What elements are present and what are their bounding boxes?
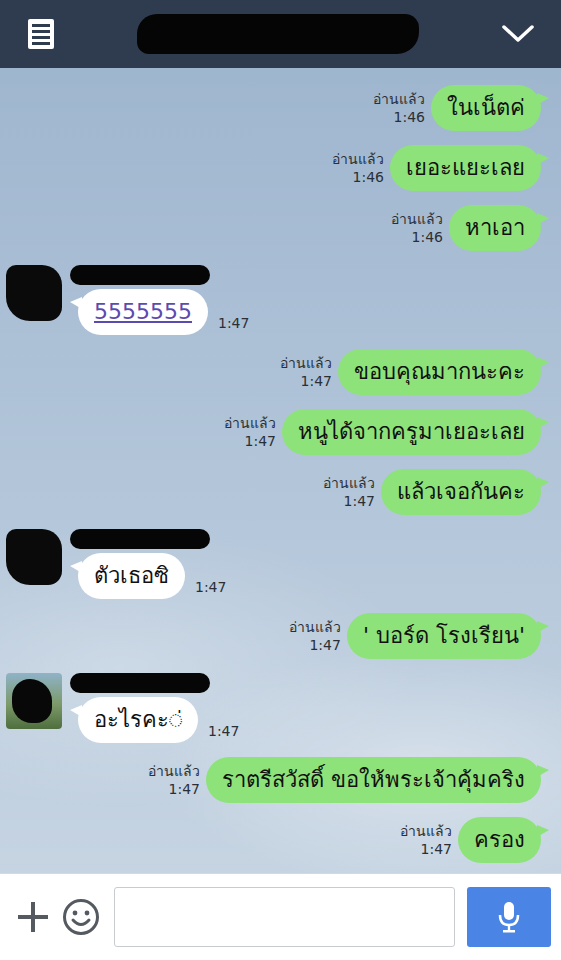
received-message: 5555555 1:47 <box>6 265 547 335</box>
message-meta: อ่านแล้ว1:47 <box>144 762 200 798</box>
read-label: อ่านแล้ว <box>280 354 332 372</box>
redacted-sender-name <box>70 265 210 285</box>
message-bubble: ในเน็ตค่ <box>431 85 541 131</box>
message-text: ในเน็ตค่ <box>447 93 525 123</box>
message-time: 1:47 <box>195 579 226 599</box>
read-label: อ่านแล้ว <box>391 210 443 228</box>
microphone-icon <box>497 900 521 934</box>
emoji-icon[interactable] <box>62 898 100 936</box>
sent-message: อ่านแล้ว1:47 แล้วเจอกันคะ <box>6 469 547 515</box>
note-list-icon[interactable] <box>27 18 55 50</box>
sender-avatar[interactable] <box>6 673 62 729</box>
message-time: 1:46 <box>394 108 425 126</box>
message-meta: อ่านแล้ว1:46 <box>328 150 384 186</box>
message-text: ขอบคุณมากนะคะ <box>354 357 525 387</box>
message-bubble: อะไรคะ◌่ <box>78 697 198 743</box>
sent-message: อ่านแล้ว1:46 หาเอา <box>6 205 547 251</box>
chat-header <box>0 0 561 68</box>
message-bubble: ' บอร์ด โรงเรียน' <box>347 613 541 659</box>
read-label: อ่านแล้ว <box>148 762 200 780</box>
message-time: 1:46 <box>412 228 443 246</box>
message-bubble: แล้วเจอกันคะ <box>381 469 541 515</box>
message-time: 1:47 <box>344 492 375 510</box>
sender-avatar[interactable] <box>6 265 62 321</box>
redacted-sender-name <box>70 529 210 549</box>
sent-message: อ่านแล้ว1:46 ในเน็ตค่ <box>6 85 547 131</box>
chevron-down-icon[interactable] <box>501 24 535 44</box>
message-bubble: ตัวเธอซิ <box>78 553 185 599</box>
message-time: 1:47 <box>309 636 340 654</box>
message-meta: อ่านแล้ว1:47 <box>396 822 452 858</box>
message-bubble: ครอง <box>458 817 541 863</box>
avatar-redaction <box>12 679 52 723</box>
read-label: อ่านแล้ว <box>224 414 276 432</box>
voice-button[interactable] <box>467 887 551 947</box>
composer-bar <box>0 873 561 960</box>
message-meta: อ่านแล้ว1:47 <box>285 618 341 654</box>
message-meta: อ่านแล้ว1:47 <box>276 354 332 390</box>
message-input[interactable] <box>114 887 455 947</box>
plus-icon[interactable] <box>16 900 50 934</box>
message-time: 1:47 <box>208 723 239 743</box>
message-text: หนูได้จากครูมาเยอะเลย <box>298 417 525 447</box>
message-list: อ่านแล้ว1:46ในเน็ตค่อ่านแล้ว1:46เยอะแยะเ… <box>0 68 561 873</box>
message-meta: อ่านแล้ว1:46 <box>387 210 443 246</box>
message-text: หาเอา <box>465 213 525 243</box>
message-text: แล้วเจอกันคะ <box>397 477 525 507</box>
sent-message: อ่านแล้ว1:47 ราตรีสวัสดิ์ ขอให้พระเจ้าคุ้… <box>6 757 547 803</box>
line-chat-screen: อ่านแล้ว1:46ในเน็ตค่อ่านแล้ว1:46เยอะแยะเ… <box>0 0 561 960</box>
message-time: 1:46 <box>353 168 384 186</box>
received-message: ตัวเธอซิ 1:47 <box>6 529 547 599</box>
sender-avatar[interactable] <box>6 529 62 585</box>
read-label: อ่านแล้ว <box>289 618 341 636</box>
message-time: 1:47 <box>421 840 452 858</box>
read-label: อ่านแล้ว <box>323 474 375 492</box>
message-text: อะไรคะ◌่ <box>94 705 182 735</box>
message-text: ' บอร์ด โรงเรียน' <box>363 621 525 651</box>
message-time: 1:47 <box>301 372 332 390</box>
sent-message: อ่านแล้ว1:47 หนูได้จากครูมาเยอะเลย <box>6 409 547 455</box>
sent-message: อ่านแล้ว1:47 ขอบคุณมากนะคะ <box>6 349 547 395</box>
received-message: อะไรคะ◌่ 1:47 <box>6 673 547 743</box>
read-label: อ่านแล้ว <box>400 822 452 840</box>
read-label: อ่านแล้ว <box>373 90 425 108</box>
message-text: ราตรีสวัสดิ์ ขอให้พระเจ้าคุ้มคริง <box>222 765 525 795</box>
redacted-sender-name <box>70 673 210 693</box>
message-bubble: ราตรีสวัสดิ์ ขอให้พระเจ้าคุ้มคริง <box>206 757 541 803</box>
redacted-title <box>137 14 419 54</box>
sent-message: อ่านแล้ว1:47 ' บอร์ด โรงเรียน' <box>6 613 547 659</box>
message-time: 1:47 <box>169 780 200 798</box>
message-meta: อ่านแล้ว1:46 <box>369 90 425 126</box>
message-bubble: หนูได้จากครูมาเยอะเลย <box>282 409 541 455</box>
message-meta: อ่านแล้ว1:47 <box>220 414 276 450</box>
message-bubble: เยอะแยะเลย <box>390 145 541 191</box>
message-text: ตัวเธอซิ <box>94 561 169 591</box>
message-time: 1:47 <box>245 432 276 450</box>
message-bubble: 5555555 <box>78 289 208 335</box>
sent-message: อ่านแล้ว1:47 ครอง <box>6 817 547 863</box>
message-text[interactable]: 5555555 <box>94 297 192 327</box>
message-time: 1:47 <box>218 315 249 335</box>
message-text: เยอะแยะเลย <box>406 153 525 183</box>
message-bubble: ขอบคุณมากนะคะ <box>338 349 541 395</box>
sent-message: อ่านแล้ว1:46 เยอะแยะเลย <box>6 145 547 191</box>
message-bubble: หาเอา <box>449 205 541 251</box>
message-meta: อ่านแล้ว1:47 <box>319 474 375 510</box>
read-label: อ่านแล้ว <box>332 150 384 168</box>
message-text: ครอง <box>474 825 525 855</box>
